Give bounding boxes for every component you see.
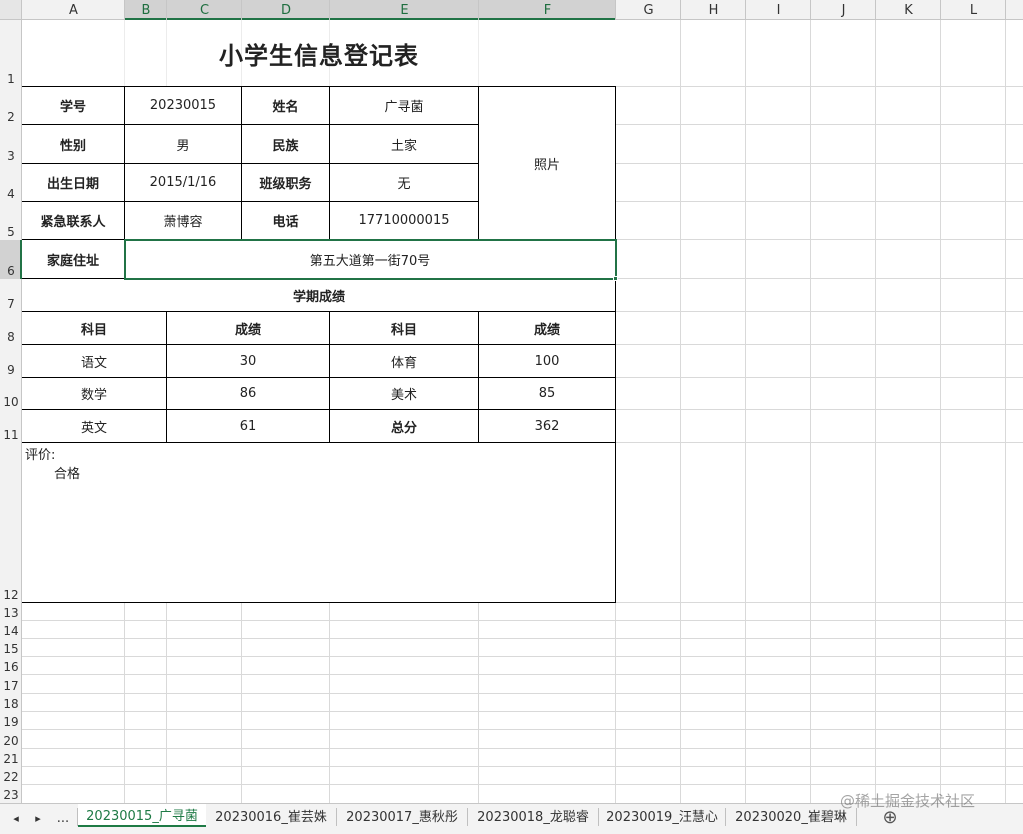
row-header-15[interactable]: 15 — [0, 639, 22, 657]
form-title: 小学生信息登记表 — [219, 41, 419, 70]
cell-selection-box — [124, 239, 617, 280]
label-name: 姓名 — [272, 100, 299, 115]
sheet-tab[interactable]: 20230016_崔芸姝 — [206, 804, 336, 827]
label-class-role: 班级职务 — [259, 177, 312, 192]
grade-score[interactable]: 100 — [479, 345, 615, 377]
row-header-18[interactable]: 18 — [0, 694, 22, 712]
row-header-20[interactable]: 20 — [0, 730, 22, 749]
photo-placeholder[interactable]: 照片 — [479, 87, 615, 239]
row-header-23[interactable]: 23 — [0, 785, 22, 803]
column-header-b[interactable]: B — [125, 0, 167, 20]
label-address: 家庭住址 — [46, 253, 99, 269]
row-header-9[interactable]: 9 — [0, 345, 22, 378]
value-name[interactable]: 广寻菌 — [330, 87, 478, 124]
value-phone[interactable]: 17710000015 — [330, 202, 478, 239]
grade-subject[interactable]: 英文 — [22, 410, 166, 442]
row-header-4[interactable]: 4 — [0, 164, 22, 202]
grade-subject[interactable]: 数学 — [22, 378, 166, 409]
evaluation-value[interactable]: 合格 — [54, 463, 80, 482]
row-header-19[interactable]: 19 — [0, 712, 22, 730]
row-header-14[interactable]: 14 — [0, 621, 22, 639]
grade-subject[interactable]: 语文 — [22, 345, 166, 377]
value-ethnicity[interactable]: 土家 — [330, 125, 478, 163]
column-header-e[interactable]: E — [330, 0, 479, 20]
column-header-a[interactable]: A — [22, 0, 125, 20]
value-class-role[interactable]: 无 — [330, 164, 478, 201]
grade-score[interactable]: 61 — [167, 410, 329, 442]
grade-score[interactable]: 85 — [479, 378, 615, 409]
row-header-16[interactable]: 16 — [0, 657, 22, 675]
sheet-tab[interactable]: 20230017_惠秋彤 — [337, 804, 467, 827]
grades-header-subject-2: 科目 — [390, 322, 417, 338]
value-gender[interactable]: 男 — [125, 125, 241, 163]
row-header-1[interactable]: 1 — [0, 20, 22, 87]
value-emergency-contact[interactable]: 萧博容 — [125, 202, 241, 239]
sheet-tab[interactable]: 20230018_龙聪睿 — [468, 804, 598, 827]
row-header-13[interactable]: 13 — [0, 603, 22, 621]
row-header-11[interactable]: 11 — [0, 410, 22, 443]
value-birthdate[interactable]: 2015/1/16 — [125, 164, 241, 201]
column-header-h[interactable]: H — [681, 0, 746, 20]
label-phone: 电话 — [272, 215, 299, 230]
grade-total-value[interactable]: 362 — [479, 410, 615, 442]
sheet-tab[interactable]: 20230019_汪慧心 — [599, 804, 725, 827]
column-header-k[interactable]: K — [876, 0, 941, 20]
label-ethnicity: 民族 — [272, 138, 299, 154]
row-header-17[interactable]: 17 — [0, 675, 22, 694]
label-gender: 性别 — [59, 138, 86, 154]
column-header-f[interactable]: F — [479, 0, 616, 20]
row-header-22[interactable]: 22 — [0, 767, 22, 785]
column-header-g[interactable]: G — [616, 0, 681, 20]
column-header-i[interactable]: I — [746, 0, 811, 20]
row-header-8[interactable]: 8 — [0, 312, 22, 345]
row-header-21[interactable]: 21 — [0, 749, 22, 767]
select-all-corner[interactable] — [0, 0, 22, 20]
sheet-prev-button[interactable]: ◂ — [6, 806, 26, 830]
grades-header-score-2: 成绩 — [533, 322, 560, 338]
grade-score[interactable]: 86 — [167, 378, 329, 409]
evaluation-label: 评价: — [25, 448, 56, 463]
grade-total-label[interactable]: 总分 — [330, 410, 478, 442]
sheet-next-button[interactable]: ▸ — [28, 806, 48, 830]
watermark-text: @稀土掘金技术社区 — [840, 792, 976, 810]
column-header-j[interactable]: J — [811, 0, 876, 20]
grade-subject[interactable]: 美术 — [330, 378, 478, 409]
row-header-12[interactable]: 12 — [0, 443, 22, 603]
grades-header-score-1: 成绩 — [234, 322, 261, 338]
row-header-3[interactable]: 3 — [0, 125, 22, 164]
row-header-5[interactable]: 5 — [0, 202, 22, 240]
grade-score[interactable]: 30 — [167, 345, 329, 377]
row-header-10[interactable]: 10 — [0, 378, 22, 410]
label-emergency-contact: 紧急联系人 — [40, 215, 106, 230]
value-student-id[interactable]: 20230015 — [125, 87, 241, 124]
column-header-c[interactable]: C — [167, 0, 242, 20]
column-header-d[interactable]: D — [242, 0, 330, 20]
row-header-2[interactable]: 2 — [0, 87, 22, 125]
grades-header-subject-1: 科目 — [80, 322, 107, 338]
label-birthdate: 出生日期 — [46, 177, 99, 192]
row-header-6[interactable]: 6 — [0, 240, 22, 279]
label-student-id: 学号 — [59, 100, 86, 115]
column-header-l[interactable]: L — [941, 0, 1006, 20]
grades-section-title: 学期成绩 — [292, 289, 345, 305]
sheet-more-button[interactable]: ... — [50, 806, 76, 830]
grade-subject[interactable]: 体育 — [330, 345, 478, 377]
row-header-7[interactable]: 7 — [0, 279, 22, 312]
sheet-tab-active[interactable]: 20230015_广寻菌 — [78, 804, 206, 827]
sheet-tab[interactable]: 20230020_崔碧琳 — [726, 804, 856, 827]
